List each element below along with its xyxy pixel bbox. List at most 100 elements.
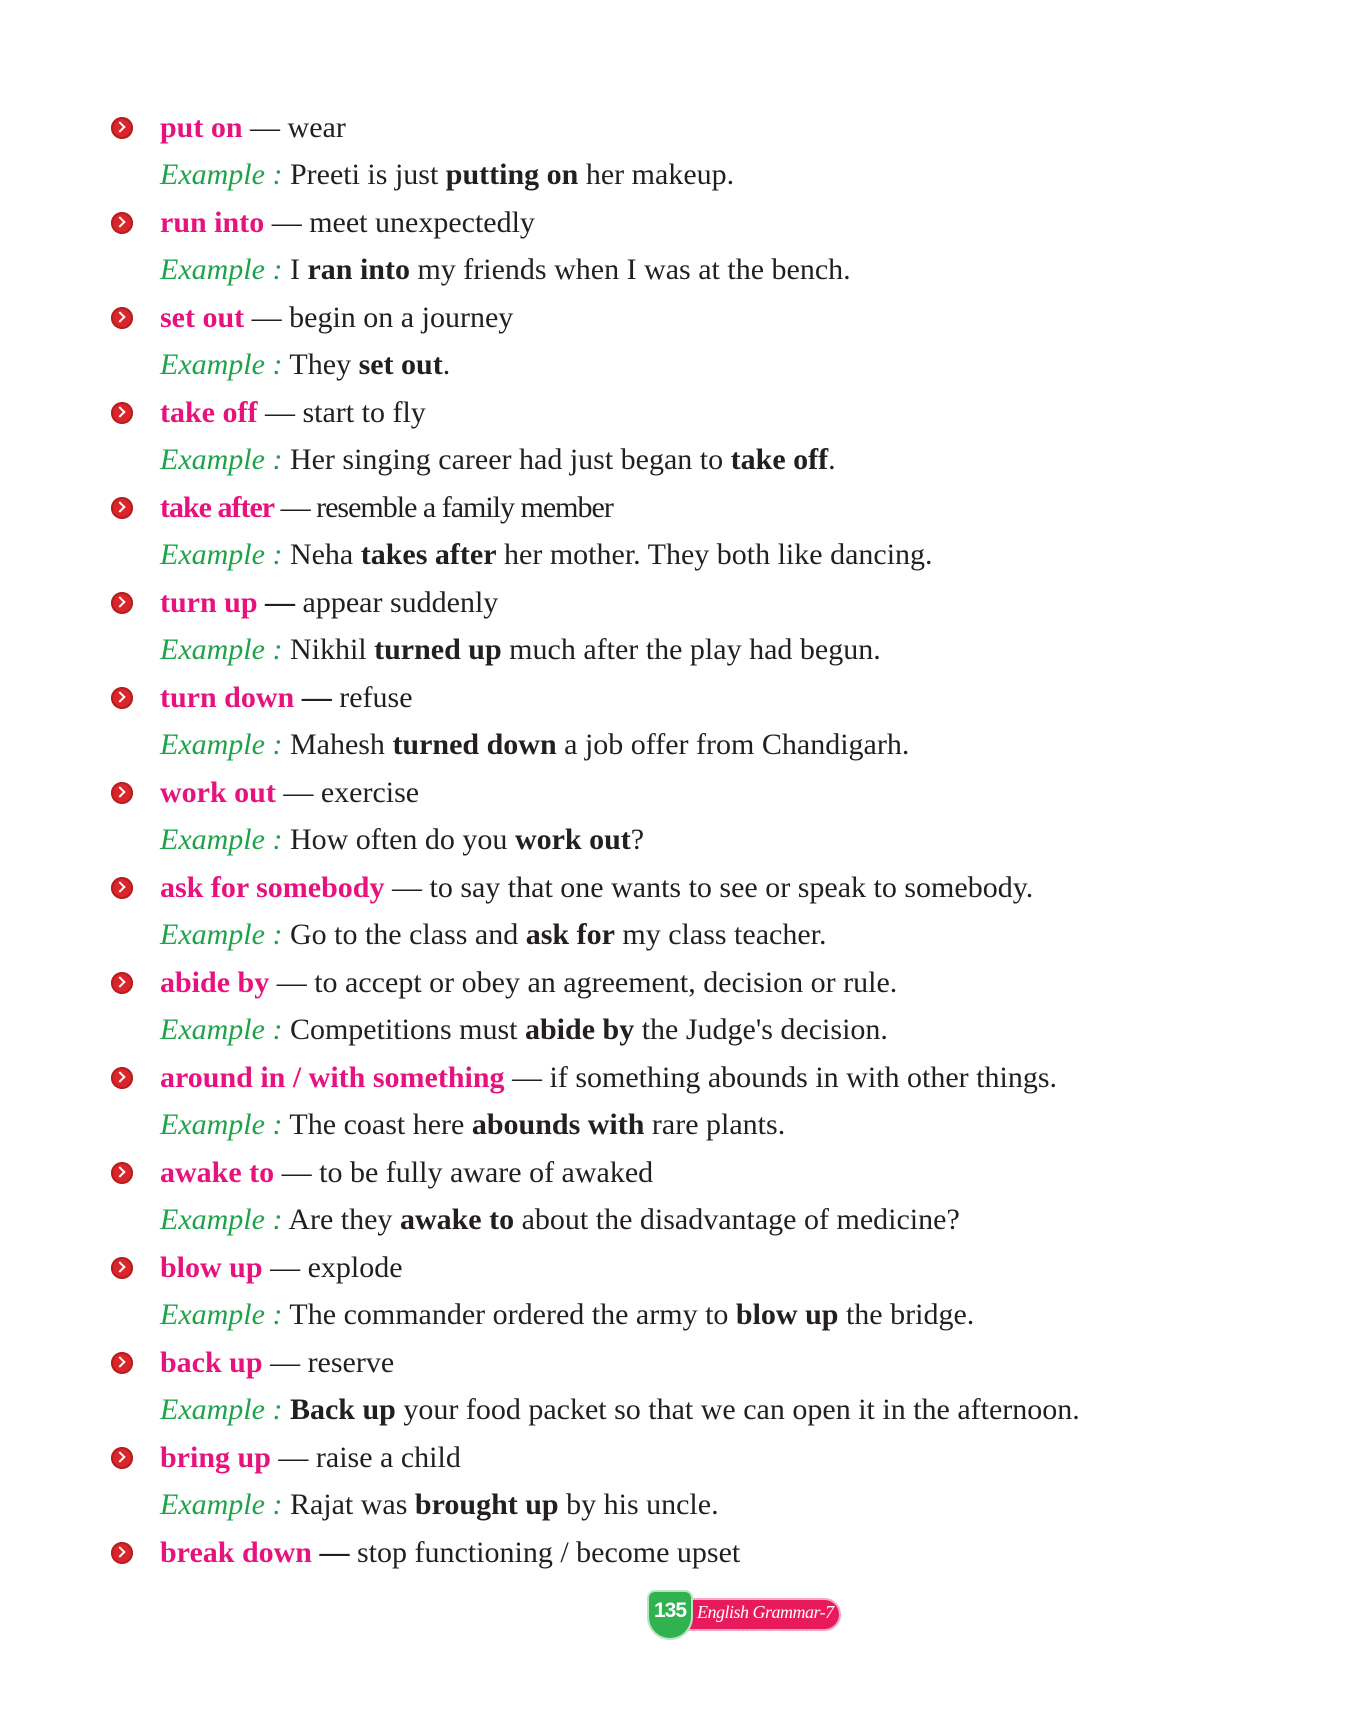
bullet-icon [111,212,133,234]
term-row: break down — stop functioning / become u… [160,1535,740,1571]
meaning: begin on a journey [289,301,514,334]
list-item: bring up — raise a child Example : Rajat … [0,1440,1350,1535]
example-label: Example : [160,1298,283,1331]
example-highlight: set out [358,348,443,381]
meaning: reserve [307,1346,395,1379]
example-label: Example : [160,823,283,856]
example-row: Example : Neha takes after her mother. T… [160,537,933,573]
term-row: blow up — explode [160,1250,403,1286]
bullet-icon [111,1447,133,1469]
meaning: resemble a family member [316,491,614,524]
phrasal-verb: awake to [160,1156,275,1189]
meaning: explode [307,1251,403,1284]
example-label: Example : [160,253,283,286]
example-text-after: her mother. They both like dancing. [504,538,933,571]
example-text-before: The commander ordered the army to [289,1298,729,1331]
bullet-icon [111,1542,133,1564]
list-item: take off — start to fly Example : Her sin… [0,395,1350,490]
term-row: abide by — to accept or obey an agreemen… [160,965,897,1001]
meaning: refuse [339,681,413,714]
meaning: to be fully aware of awaked [319,1156,654,1189]
example-highlight: blow up [735,1298,839,1331]
example-text-after: . [442,348,451,381]
example-row: Example : The coast here abounds with ra… [160,1107,785,1143]
em-dash: — [283,776,314,809]
list-item: turn down — refuse Example : Mahesh turne… [0,680,1350,775]
example-label: Example : [160,158,283,191]
term-row: turn down — refuse [160,680,413,716]
example-text-after: my friends when I was at the bench. [417,253,851,286]
example-label: Example : [160,1013,283,1046]
list-item: take after — resemble a family member Exa… [0,490,1350,585]
example-row: Example : Go to the class and ask for my… [160,917,827,953]
list-item: around in / with something — if somethin… [0,1060,1350,1155]
example-text-before: How often do you [289,823,508,856]
example-label: Example : [160,1108,283,1141]
bullet-icon [111,877,133,899]
term-row: ask for somebody — to say that one wants… [160,870,1033,906]
phrasal-verb-list: put on — wear Example : Preeti is just pu… [0,110,1350,1630]
list-item: put on — wear Example : Preeti is just pu… [0,110,1350,205]
meaning: to accept or obey an agreement, decision… [314,966,898,999]
example-text-before: Competitions must [289,1013,518,1046]
example-text-before: Are they [288,1203,393,1236]
example-label: Example : [160,1488,283,1521]
bullet-icon [111,1067,133,1089]
page-number: 135 [653,1599,687,1622]
list-item: awake to — to be fully aware of awaked Ex… [0,1155,1350,1250]
em-dash: — [264,396,295,429]
em-dash: — [250,111,281,144]
term-row: around in / with something — if somethin… [160,1060,1057,1096]
phrasal-verb: turn down [160,681,295,714]
em-dash: — [319,1536,350,1569]
phrasal-verb: abide by [160,966,270,999]
list-item: set out — begin on a journey Example : Th… [0,300,1350,395]
example-text-after: your food packet so that we can open it … [395,1393,1080,1426]
example-label: Example : [160,348,283,381]
example-highlight: turned up [374,633,502,666]
example-highlight: putting on [445,158,579,191]
example-row: Example : Rajat was brought up by his un… [160,1487,719,1523]
bullet-icon [111,1162,133,1184]
example-label: Example : [160,1393,283,1426]
term-row: take after — resemble a family member [160,490,614,526]
example-text-after: . [828,443,836,476]
term-row: put on — wear [160,110,346,146]
example-text-before: Go to the class and [289,918,519,951]
list-item: ask for somebody — to say that one wants… [0,870,1350,965]
example-highlight: abounds with [471,1108,645,1141]
em-dash: — [251,301,282,334]
em-dash: — [271,206,302,239]
bullet-icon [111,972,133,994]
example-text-after: ? [630,823,645,856]
example-highlight: takes after [360,538,497,571]
bullet-icon [111,117,133,139]
bullet-icon [111,1352,133,1374]
bullet-icon [111,687,133,709]
example-row: Example : Mahesh turned down a job offer… [160,727,909,763]
example-highlight: brought up [414,1488,559,1521]
example-text-before: Her singing career had just began to [289,443,724,476]
term-row: bring up — raise a child [160,1440,461,1476]
example-label: Example : [160,918,283,951]
example-highlight: awake to [399,1203,515,1236]
phrasal-verb: set out [160,301,245,334]
example-text-after: rare plants. [651,1108,786,1141]
example-text-before: The coast here [289,1108,465,1141]
example-row: Example : Preeti is just putting on her … [160,157,734,193]
bullet-icon [111,782,133,804]
example-label: Example : [160,538,283,571]
em-dash: — [512,1061,543,1094]
example-text-before: I [289,253,300,286]
example-highlight: ask for [525,918,615,951]
em-dash: — [391,871,422,904]
example-text-before: Mahesh [289,728,385,761]
example-text-after: a job offer from Chandigarh. [564,728,910,761]
phrasal-verb: take after [160,491,275,524]
meaning: to say that one wants to see or speak to… [429,871,1034,904]
term-row: take off — start to fly [160,395,426,431]
example-row: Example : Her singing career had just be… [160,442,836,478]
example-highlight: Back up [289,1393,396,1426]
example-text-after: the Judge's decision. [641,1013,888,1046]
page-footer-badge: 135 English Grammar-7 [633,1592,843,1640]
